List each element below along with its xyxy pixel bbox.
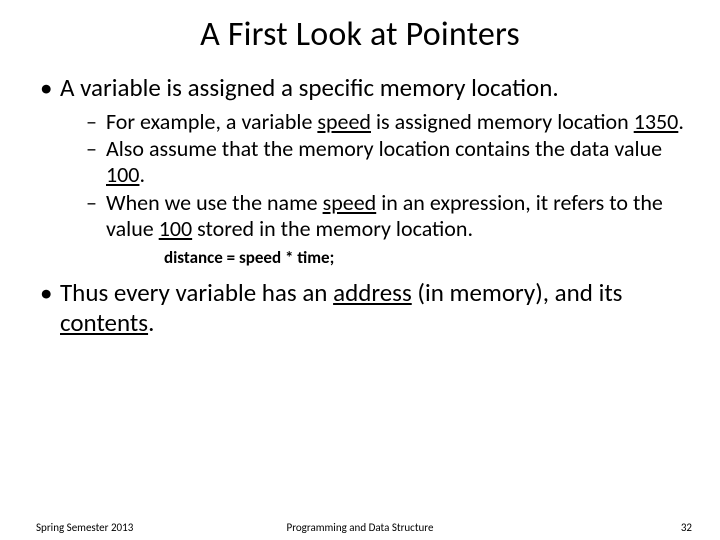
code-line: distance = speed * time; <box>164 248 684 268</box>
text-fragment: stored in the memory location. <box>192 215 473 242</box>
bullet-list-level1: A variable is assigned a specific memory… <box>36 73 684 337</box>
underlined-text: 100 <box>106 161 139 188</box>
underlined-text: contents <box>60 307 148 338</box>
slide: A First Look at Pointers A variable is a… <box>0 14 720 540</box>
text-fragment: . <box>678 108 684 135</box>
underlined-text: address <box>333 277 412 308</box>
text-fragment: (in memory), and its <box>412 277 623 308</box>
bullet-list-level2: For example, a variable speed is assigne… <box>84 109 684 243</box>
bullet-text: A variable is assigned a specific memory… <box>60 72 559 103</box>
underlined-text: speed <box>317 108 371 135</box>
text-fragment: Thus every variable has an <box>60 277 333 308</box>
bullet-item: A variable is assigned a specific memory… <box>36 73 684 268</box>
bullet-item: Thus every variable has an address (in m… <box>36 278 684 337</box>
underlined-text: 1350 <box>634 108 679 135</box>
text-fragment: is assigned memory location <box>371 108 634 135</box>
slide-title: A First Look at Pointers <box>0 14 720 55</box>
text-fragment: Also assume that the memory location con… <box>106 135 662 162</box>
bullet-subitem: For example, a variable speed is assigne… <box>84 109 684 135</box>
text-fragment: . <box>139 161 145 188</box>
text-fragment: . <box>148 307 154 338</box>
footer-center: Programming and Data Structure <box>0 521 720 534</box>
underlined-text: speed <box>323 189 377 216</box>
slide-body: A variable is assigned a specific memory… <box>0 73 720 337</box>
text-fragment: For example, a variable <box>106 108 317 135</box>
footer-page-number: 32 <box>681 521 692 534</box>
bullet-subitem: Also assume that the memory location con… <box>84 136 684 188</box>
underlined-text: 100 <box>159 215 192 242</box>
bullet-subitem: When we use the name speed in an express… <box>84 190 684 242</box>
text-fragment: When we use the name <box>106 189 323 216</box>
